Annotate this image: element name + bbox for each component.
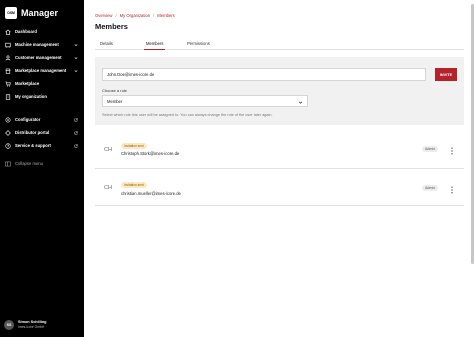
sidebar-external-nav: Configurator Distributor portal Service … [0, 113, 84, 152]
status-badge: Invitation sent [121, 182, 147, 188]
portal-icon [5, 129, 11, 136]
home-icon [5, 28, 11, 35]
breadcrumb-overview[interactable]: Overview [95, 13, 112, 18]
app-title: Manager [21, 8, 59, 18]
collapse-menu-button[interactable]: Collapse menu [0, 157, 84, 170]
scrollbar-thumb[interactable] [471, 4, 474, 264]
cart-icon [5, 81, 11, 87]
breadcrumb-members: Members [157, 13, 175, 18]
tab-members[interactable]: Members [144, 41, 166, 50]
role-select[interactable]: Member [102, 95, 308, 107]
external-link-icon [73, 130, 78, 135]
building-icon [5, 93, 11, 100]
sidebar-item-machine-management[interactable]: Machine management [0, 38, 84, 51]
role-badge: Admin [422, 146, 439, 153]
sidebar-item-distributor-portal[interactable]: Distributor portal [0, 126, 84, 139]
more-vertical-icon[interactable] [450, 186, 454, 194]
external-link-icon [73, 117, 78, 122]
role-badge: Admin [422, 185, 439, 192]
brand-logo: OSM [5, 7, 17, 19]
sidebar-item-label: Configurator [15, 117, 41, 122]
breadcrumb-separator: / [153, 13, 155, 18]
invite-panel: John.Doe@imes-icore.de INVITE Choose a r… [95, 57, 464, 125]
sidebar-item-dashboard[interactable]: Dashboard [0, 25, 84, 38]
sidebar-item-configurator[interactable]: Configurator [0, 113, 84, 126]
user-organization: imes-icore GmbH [18, 325, 45, 330]
role-select-value: Member [107, 98, 123, 104]
chevron-down-icon [73, 55, 78, 60]
external-link-icon [73, 143, 78, 148]
main-content: Overview / My Organization / Members Mem… [84, 0, 475, 337]
sidebar-item-label: Distributor portal [15, 130, 50, 135]
table-row: CH Invitation sent Christoph.Stork@imes-… [95, 134, 464, 169]
sidebar-item-marketplace[interactable]: Marketplace [0, 77, 84, 90]
avatar: SS [4, 320, 14, 330]
sidebar-item-my-organization[interactable]: My organization [0, 90, 84, 103]
sidebar-item-label: My organization [15, 94, 47, 99]
sidebar: OSM Manager Dashboard Machine management… [0, 0, 84, 337]
sidebar-collapse-area: Collapse menu [0, 157, 84, 170]
machine-icon [5, 42, 11, 48]
page-title: Members [95, 22, 128, 31]
table-row: CH Invitation sent christian.mueller@ime… [95, 171, 464, 206]
sidebar-item-customer-management[interactable]: Customer management [0, 51, 84, 64]
sidebar-item-label: Marketplace [15, 81, 40, 86]
role-hint: Select which role this user will be assi… [102, 113, 273, 117]
status-badge: Invitation sent [121, 143, 147, 149]
tab-permissions[interactable]: Permissions [187, 41, 210, 50]
sidebar-item-label: Dashboard [15, 29, 37, 34]
invite-button[interactable]: INVITE [435, 68, 457, 81]
sidebar-item-label: Machine management [15, 42, 59, 47]
help-icon [5, 142, 11, 149]
more-vertical-icon[interactable] [450, 147, 454, 155]
chevron-down-icon [298, 101, 303, 104]
chevron-down-icon [73, 42, 78, 47]
users-icon [5, 55, 11, 61]
member-email: Christoph.Stork@imes-icore.de [121, 151, 180, 156]
store-icon [5, 68, 11, 74]
member-avatar: CH [104, 185, 112, 191]
brand[interactable]: OSM Manager [5, 7, 58, 19]
role-label: Choose a role [102, 88, 127, 93]
configurator-icon [5, 117, 11, 123]
sidebar-item-label: Service & support [15, 143, 51, 148]
sidebar-item-marketplace-management[interactable]: Marketplace management [0, 64, 84, 77]
collapse-icon [5, 161, 11, 167]
sidebar-nav: Dashboard Machine management Customer ma… [0, 25, 84, 103]
sidebar-item-label: Customer management [15, 55, 62, 60]
member-avatar: CH [104, 147, 112, 153]
user-profile[interactable]: SS Simon Schilling imes-icore GmbH [4, 320, 46, 330]
collapse-menu-label: Collapse menu [15, 161, 43, 166]
tab-bar: Details Members Permissions [95, 40, 464, 50]
breadcrumb: Overview / My Organization / Members [95, 13, 175, 18]
sidebar-item-label: Marketplace management [15, 68, 67, 73]
breadcrumb-my-organization[interactable]: My Organization [120, 13, 151, 18]
chevron-down-icon [73, 68, 78, 73]
tab-details[interactable]: Details [100, 41, 113, 50]
sidebar-item-service-support[interactable]: Service & support [0, 139, 84, 152]
email-field[interactable]: John.Doe@imes-icore.de [102, 68, 426, 81]
breadcrumb-separator: / [115, 13, 117, 18]
member-email: christian.mueller@imes-icore.de [121, 191, 181, 196]
